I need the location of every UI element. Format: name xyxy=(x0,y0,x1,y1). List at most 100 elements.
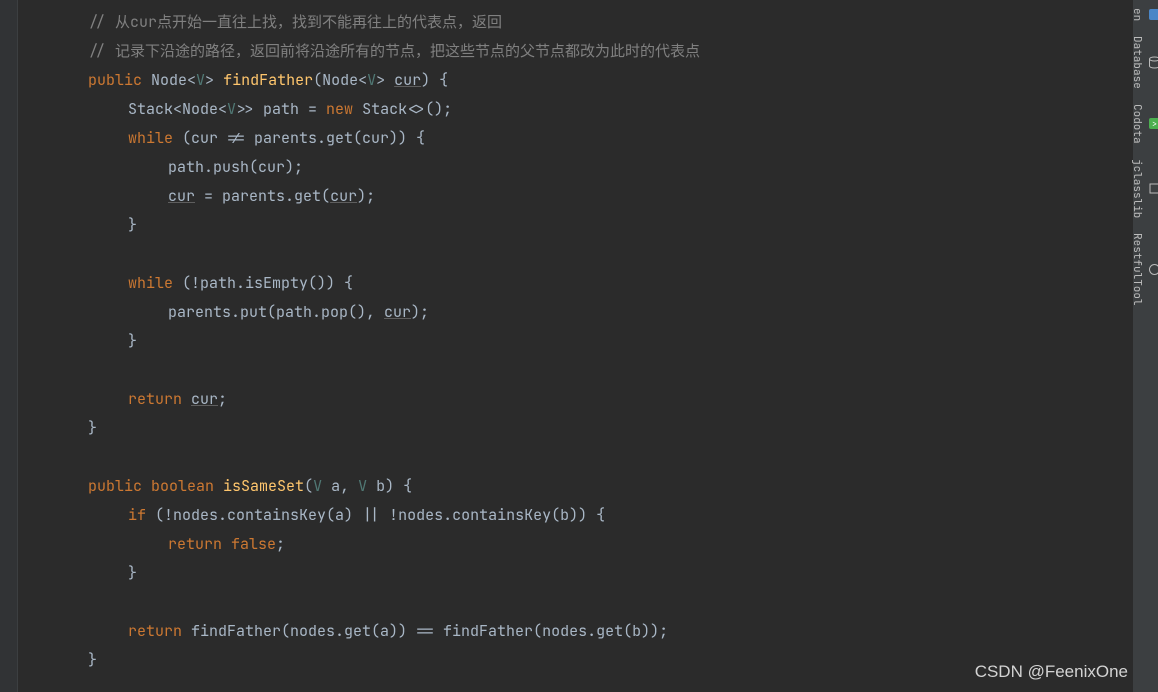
code-token: > xyxy=(205,70,223,90)
code-token: path.push(cur); xyxy=(168,157,303,177)
code-token: ) { xyxy=(421,70,448,90)
code-token: parents xyxy=(222,186,285,206)
code-token: b) { xyxy=(376,476,412,496)
code-token: } xyxy=(128,563,137,583)
code-token: ; xyxy=(276,534,285,554)
code-line[interactable]: return false; xyxy=(18,530,1132,559)
code-line[interactable]: public Node<V> findFather(Node<V> cur) { xyxy=(18,66,1132,95)
code-token: return false xyxy=(168,534,276,554)
svg-text:>: > xyxy=(1152,120,1157,130)
code-line[interactable]: return cur; xyxy=(18,385,1132,414)
code-token: // 记录下沿途的路径，返回前将沿途所有的节点，把这些节点的父节点都改为此时的代… xyxy=(88,41,700,61)
code-token: (! xyxy=(155,505,173,525)
tool-window-tab-restfultool[interactable]: RestfulTool xyxy=(1128,227,1158,312)
code-token: Stack<Node< xyxy=(128,99,227,119)
code-line[interactable]: } xyxy=(18,646,1132,675)
code-token: while xyxy=(128,273,182,293)
code-line[interactable]: Stack<Node<V>> path = new Stack<>(); xyxy=(18,95,1132,124)
code-token: .get( xyxy=(285,186,330,206)
tool-tab-label: en xyxy=(1130,8,1144,21)
code-token: ); xyxy=(357,186,375,206)
code-token: nodes xyxy=(398,505,443,525)
tool-window-tab-database[interactable]: Database xyxy=(1128,30,1158,95)
editor-container: // 从cur点开始一直往上找，找到不能再往上的代表点，返回 // 记录下沿途的路… xyxy=(0,0,1158,692)
code-token: (!path.isEmpty()) { xyxy=(182,273,353,293)
gutter[interactable] xyxy=(0,0,18,692)
code-token: = xyxy=(195,186,222,206)
code-token: > xyxy=(376,70,394,90)
tool-tab-label: jclasslib xyxy=(1130,159,1144,218)
restfultool-icon xyxy=(1148,263,1158,276)
code-token: Node< xyxy=(151,70,196,90)
code-line[interactable]: while (!path.isEmpty()) { xyxy=(18,269,1132,298)
code-line[interactable]: } xyxy=(18,559,1132,588)
code-token: public xyxy=(88,70,151,90)
code-token: ); xyxy=(411,302,429,322)
code-token: return xyxy=(128,389,191,409)
code-token: V xyxy=(367,70,376,90)
code-token: (cur != xyxy=(182,128,254,148)
code-token: if xyxy=(128,505,155,525)
code-token: >> path = xyxy=(236,99,326,119)
code-token: return xyxy=(128,621,191,641)
codota-icon: > xyxy=(1148,117,1158,130)
tool-window-tab-codota[interactable]: >Codota xyxy=(1128,98,1158,150)
tool-window-tab-jclasslib[interactable]: jclasslib xyxy=(1128,153,1158,224)
database-icon xyxy=(1148,56,1158,69)
tool-window-tab-en[interactable]: en xyxy=(1128,2,1158,27)
code-token: V xyxy=(196,70,205,90)
code-token: parents xyxy=(254,128,317,148)
code-token: findFather xyxy=(223,70,313,90)
code-line[interactable] xyxy=(18,240,1132,269)
code-token: ; xyxy=(218,389,227,409)
code-line[interactable] xyxy=(18,443,1132,472)
code-token: findFather( xyxy=(191,621,290,641)
code-line[interactable] xyxy=(18,588,1132,617)
code-token: } xyxy=(128,215,137,235)
code-token: .get(a)) == findFather( xyxy=(335,621,542,641)
code-line[interactable]: cur = parents.get(cur); xyxy=(18,182,1132,211)
code-line[interactable]: // 记录下沿途的路径，返回前将沿途所有的节点，把这些节点的父节点都改为此时的代… xyxy=(18,37,1132,66)
code-token: public xyxy=(88,476,151,496)
code-token: V xyxy=(313,476,331,496)
code-token: cur xyxy=(384,302,411,322)
code-token: .containsKey(b)) { xyxy=(443,505,605,525)
code-token: while xyxy=(128,128,182,148)
code-token: nodes xyxy=(290,621,335,641)
code-token: ( xyxy=(304,476,313,496)
jclasslib-icon xyxy=(1148,182,1158,195)
code-token: (Node< xyxy=(313,70,367,90)
code-token: .get(b)); xyxy=(587,621,668,641)
code-line[interactable]: return findFather(nodes.get(a)) == findF… xyxy=(18,617,1132,646)
code-token: a, xyxy=(331,476,358,496)
code-line[interactable]: path.push(cur); xyxy=(18,153,1132,182)
code-line[interactable]: if (!nodes.containsKey(a) || !nodes.cont… xyxy=(18,501,1132,530)
code-line[interactable]: while (cur != parents.get(cur)) { xyxy=(18,124,1132,153)
code-token: .put(path.pop(), xyxy=(231,302,384,322)
code-area[interactable]: // 从cur点开始一直往上找，找到不能再往上的代表点，返回 // 记录下沿途的路… xyxy=(18,0,1132,692)
code-token: cur xyxy=(394,70,421,90)
code-token: parents xyxy=(168,302,231,322)
code-token: V xyxy=(358,476,376,496)
code-token: V xyxy=(227,99,236,119)
code-token: } xyxy=(128,331,137,351)
tool-tab-label: Database xyxy=(1130,36,1144,89)
code-token: nodes xyxy=(542,621,587,641)
code-token: nodes xyxy=(173,505,218,525)
code-token: Stack<>(); xyxy=(362,99,452,119)
code-token: new xyxy=(326,99,362,119)
code-line[interactable]: } xyxy=(18,327,1132,356)
code-token: } xyxy=(88,418,97,438)
tool-tab-label: RestfulTool xyxy=(1130,233,1144,306)
code-line[interactable]: parents.put(path.pop(), cur); xyxy=(18,298,1132,327)
code-line[interactable] xyxy=(18,356,1132,385)
code-line[interactable]: } xyxy=(18,414,1132,443)
code-token: } xyxy=(88,650,97,670)
code-token: .get(cur)) { xyxy=(317,128,425,148)
right-sidebar: enDatabase>CodotajclasslibRestfulTool xyxy=(1132,0,1158,692)
code-line[interactable]: public boolean isSameSet(V a, V b) { xyxy=(18,472,1132,501)
code-token: .containsKey(a) || ! xyxy=(218,505,398,525)
code-line[interactable]: } xyxy=(18,211,1132,240)
code-line[interactable]: // 从cur点开始一直往上找，找到不能再往上的代表点，返回 xyxy=(18,8,1132,37)
code-token: cur xyxy=(168,186,195,206)
